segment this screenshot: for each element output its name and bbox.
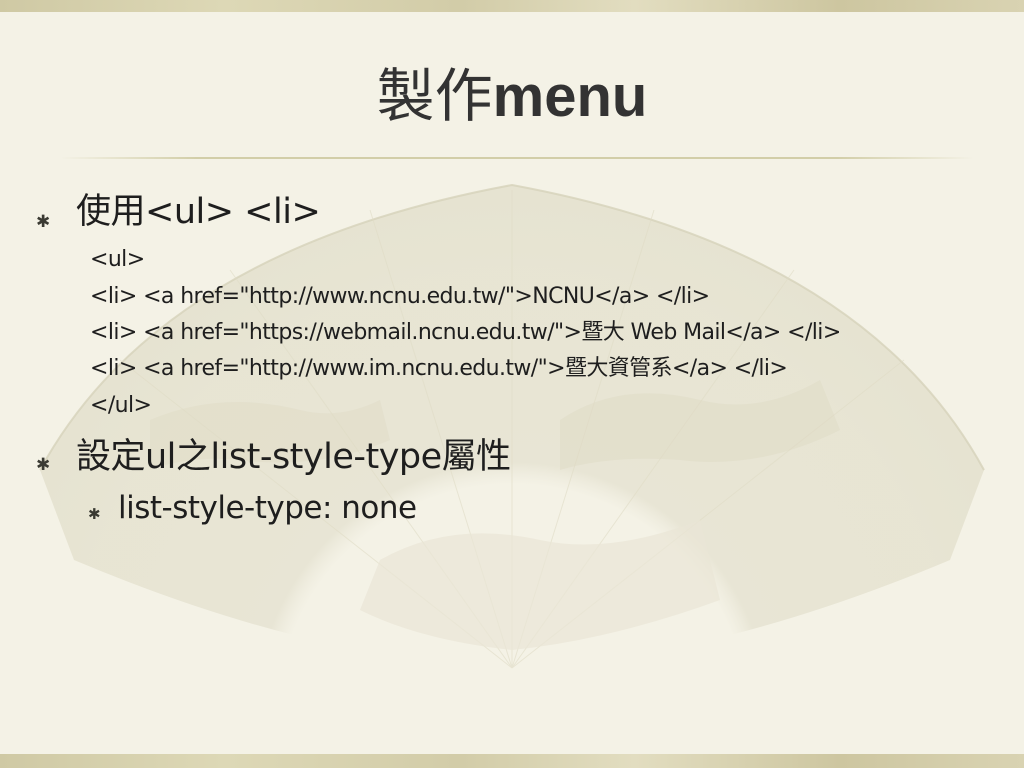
code-line: <ul> <box>90 247 145 272</box>
title-cjk: 製作 <box>376 62 493 130</box>
title-latin: menu <box>492 64 648 129</box>
code-line: <li> <a href="http://www.im.ncnu.edu.tw/… <box>90 356 788 381</box>
asterisk-bullet-icon: ✱ <box>36 212 51 232</box>
code-line: <li> <a href="http://www.ncnu.edu.tw/">N… <box>90 284 710 309</box>
bottom-band <box>0 754 1024 768</box>
bullet-text: 使用<ul> <li> <box>76 192 321 232</box>
sub-bullet-text: list-style-type: none <box>118 490 417 526</box>
bullet-text: 設定ul之list-style-type屬性 <box>76 437 511 477</box>
asterisk-bullet-icon: ✱ <box>88 505 101 523</box>
asterisk-bullet-icon: ✱ <box>36 455 51 475</box>
title-divider <box>60 157 974 159</box>
slide: 製作menu ✱ 使用<ul> <li> <ul> <li> <a href="… <box>0 0 1024 768</box>
code-line: </ul> <box>90 393 152 418</box>
page-title: 製作menu <box>0 58 1024 135</box>
code-line: <li> <a href="https://webmail.ncnu.edu.t… <box>90 320 841 345</box>
